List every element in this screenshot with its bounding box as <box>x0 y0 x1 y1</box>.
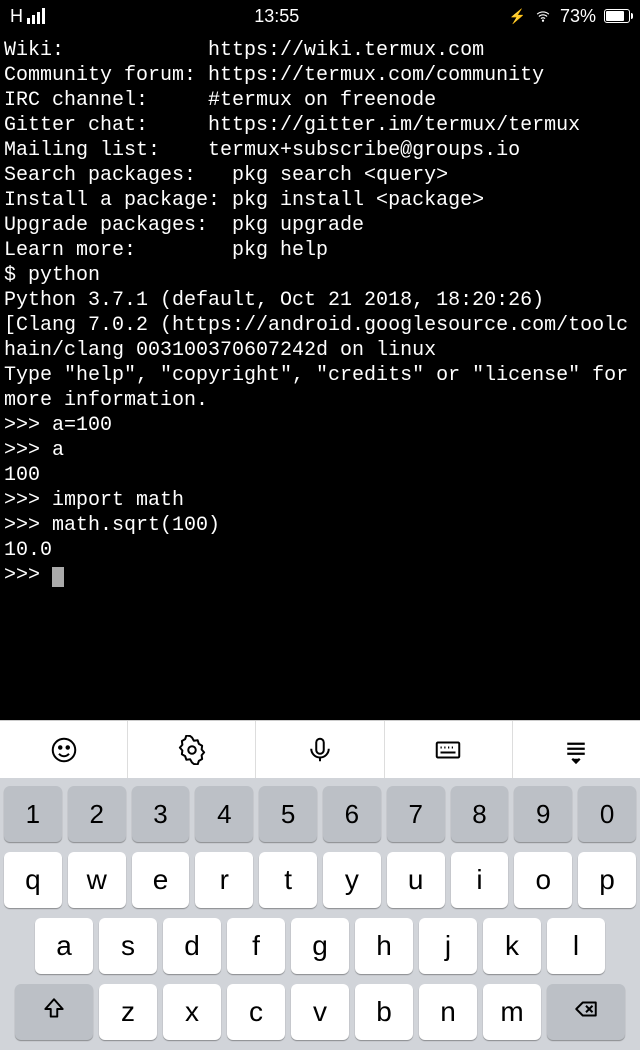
key-c[interactable]: c <box>227 984 285 1040</box>
key-3[interactable]: 3 <box>132 786 190 842</box>
terminal-line: Search packages: pkg search <query> <box>4 163 636 188</box>
key-d[interactable]: d <box>163 918 221 974</box>
terminal-line: Install a package: pkg install <package> <box>4 188 636 213</box>
key-p[interactable]: p <box>578 852 636 908</box>
key-b[interactable]: b <box>355 984 413 1040</box>
key-k[interactable]: k <box>483 918 541 974</box>
status-right: ⚡ 73% <box>509 6 630 27</box>
terminal-line: 100 <box>4 463 636 488</box>
battery-icon <box>604 9 630 23</box>
key-i[interactable]: i <box>451 852 509 908</box>
shift-key[interactable] <box>15 984 93 1040</box>
key-0[interactable]: 0 <box>578 786 636 842</box>
terminal-line: >>> a <box>4 438 636 463</box>
key-h[interactable]: h <box>355 918 413 974</box>
key-m[interactable]: m <box>483 984 541 1040</box>
key-o[interactable]: o <box>514 852 572 908</box>
terminal-line: 10.0 <box>4 538 636 563</box>
key-7[interactable]: 7 <box>387 786 445 842</box>
key-u[interactable]: u <box>387 852 445 908</box>
key-w[interactable]: w <box>68 852 126 908</box>
key-y[interactable]: y <box>323 852 381 908</box>
key-t[interactable]: t <box>259 852 317 908</box>
cursor <box>52 567 64 587</box>
key-e[interactable]: e <box>132 852 190 908</box>
key-r[interactable]: r <box>195 852 253 908</box>
terminal-line: Type "help", "copyright", "credits" or "… <box>4 363 636 413</box>
key-8[interactable]: 8 <box>451 786 509 842</box>
terminal-line: $ python <box>4 263 636 288</box>
key-j[interactable]: j <box>419 918 477 974</box>
charging-icon: ⚡ <box>509 8 526 25</box>
key-9[interactable]: 9 <box>514 786 572 842</box>
soft-keyboard: 1234567890 qwertyuiop asdfghjkl zxcvbnm <box>0 778 640 1050</box>
keyboard-switch-button[interactable] <box>385 721 513 778</box>
shift-icon <box>41 996 67 1029</box>
settings-button[interactable] <box>128 721 256 778</box>
carrier-label: H <box>10 6 23 27</box>
key-6[interactable]: 6 <box>323 786 381 842</box>
emoji-button[interactable] <box>0 721 128 778</box>
mic-button[interactable] <box>256 721 384 778</box>
key-f[interactable]: f <box>227 918 285 974</box>
status-left: H <box>10 6 45 27</box>
terminal-line: Learn more: pkg help <box>4 238 636 263</box>
backspace-key[interactable] <box>547 984 625 1040</box>
key-n[interactable]: n <box>419 984 477 1040</box>
key-v[interactable]: v <box>291 984 349 1040</box>
clock: 13:55 <box>45 6 509 27</box>
key-4[interactable]: 4 <box>195 786 253 842</box>
signal-icon <box>27 8 45 24</box>
terminal-line: >>> a=100 <box>4 413 636 438</box>
key-x[interactable]: x <box>163 984 221 1040</box>
terminal-line: >>> math.sqrt(100) <box>4 513 636 538</box>
terminal-line: Mailing list: termux+subscribe@groups.io <box>4 138 636 163</box>
key-z[interactable]: z <box>99 984 157 1040</box>
wifi-icon <box>534 9 552 23</box>
terminal-line: [Clang 7.0.2 (https://android.googlesour… <box>4 313 636 363</box>
terminal-line: Wiki: https://wiki.termux.com <box>4 38 636 63</box>
key-l[interactable]: l <box>547 918 605 974</box>
terminal-line: >>> import math <box>4 488 636 513</box>
terminal-line: Community forum: https://termux.com/comm… <box>4 63 636 88</box>
key-a[interactable]: a <box>35 918 93 974</box>
status-bar: H 13:55 ⚡ 73% <box>0 0 640 32</box>
key-g[interactable]: g <box>291 918 349 974</box>
key-2[interactable]: 2 <box>68 786 126 842</box>
terminal-prompt[interactable]: >>> <box>4 563 636 588</box>
key-q[interactable]: q <box>4 852 62 908</box>
key-s[interactable]: s <box>99 918 157 974</box>
terminal-line: Python 3.7.1 (default, Oct 21 2018, 18:2… <box>4 288 636 313</box>
keyboard-toolbar <box>0 720 640 778</box>
terminal-output[interactable]: Wiki: https://wiki.termux.comCommunity f… <box>0 32 640 720</box>
key-1[interactable]: 1 <box>4 786 62 842</box>
key-5[interactable]: 5 <box>259 786 317 842</box>
terminal-line: IRC channel: #termux on freenode <box>4 88 636 113</box>
battery-percent: 73% <box>560 6 596 27</box>
backspace-icon <box>573 996 599 1029</box>
collapse-keyboard-button[interactable] <box>513 721 640 778</box>
terminal-line: Upgrade packages: pkg upgrade <box>4 213 636 238</box>
terminal-line: Gitter chat: https://gitter.im/termux/te… <box>4 113 636 138</box>
